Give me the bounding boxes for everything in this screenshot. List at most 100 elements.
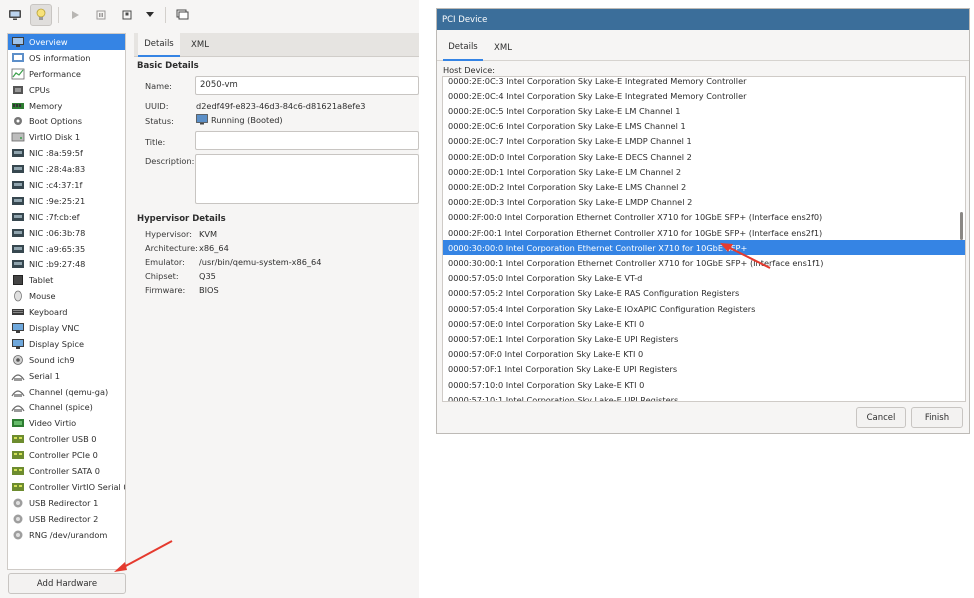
sidebar-item[interactable]: Video Virtio [8, 415, 125, 431]
status-label: Status: [145, 116, 174, 126]
sidebar-item[interactable]: Controller VirtIO Serial 0 [8, 479, 125, 495]
device-list-item[interactable]: 0000:2F:00:0 Intel Corporation Ethernet … [443, 210, 965, 225]
firmware-value: BIOS [199, 285, 219, 295]
pause-button[interactable] [90, 4, 112, 26]
title-label: Title: [145, 137, 166, 147]
toolbar [0, 0, 419, 31]
chipset-value: Q35 [199, 271, 216, 281]
finish-label: Finish [924, 412, 950, 423]
fullscreen-button[interactable] [171, 4, 193, 26]
sidebar-item[interactable]: Memory [8, 98, 125, 114]
sidebar-item[interactable]: Controller SATA 0 [8, 463, 125, 479]
lightbulb-icon [36, 8, 46, 20]
host-device-list[interactable]: 0000:2E:0C:3 Intel Corporation Sky Lake-… [442, 76, 966, 402]
sidebar-item[interactable]: NIC :06:3b:78 [8, 225, 125, 241]
device-list-item[interactable]: 0000:2E:0C:4 Intel Corporation Sky Lake-… [443, 88, 965, 103]
sidebar-item[interactable]: NIC :8a:59:5f [8, 145, 125, 161]
device-list-item[interactable]: 0000:2E:0D:3 Intel Corporation Sky Lake-… [443, 195, 965, 210]
sidebar-item[interactable]: Display Spice [8, 336, 125, 352]
sidebar-item[interactable]: NIC :b9:27:48 [8, 256, 125, 272]
device-list-item[interactable]: 0000:57:0F:1 Intel Corporation Sky Lake-… [443, 362, 965, 377]
hardware-list[interactable]: Overview OS information Performance CPUs Mem… [7, 33, 126, 570]
device-list-item[interactable]: 0000:2E:0D:0 Intel Corporation Sky Lake-… [443, 149, 965, 164]
tab-xml[interactable]: XML [182, 33, 218, 57]
device-list-item[interactable]: 0000:57:05:4 Intel Corporation Sky Lake-… [443, 301, 965, 316]
sidebar-item[interactable]: Overview [8, 34, 125, 50]
sidebar-item-label: Memory [29, 100, 63, 111]
sidebar-item-label: NIC :7f:cb:ef [29, 211, 80, 222]
console-button[interactable] [4, 4, 26, 26]
dialog-title: PCI Device [442, 14, 488, 25]
sidebar-item[interactable]: Controller USB 0 [8, 431, 125, 447]
device-list-item[interactable]: 0000:2E:0C:5 Intel Corporation Sky Lake-… [443, 103, 965, 118]
device-list-item[interactable]: 0000:57:0F:0 Intel Corporation Sky Lake-… [443, 347, 965, 362]
sidebar-item-label: Display VNC [29, 322, 80, 333]
run-button[interactable] [64, 4, 86, 26]
device-list-item[interactable]: 0000:2E:0C:7 Intel Corporation Sky Lake-… [443, 134, 965, 149]
finish-button[interactable]: Finish [911, 407, 963, 428]
usb-icon [11, 513, 25, 525]
sidebar-item[interactable]: NIC :a9:65:35 [8, 241, 125, 257]
details-button[interactable] [30, 4, 52, 26]
device-list-item[interactable]: 0000:57:0E:0 Intel Corporation Sky Lake-… [443, 316, 965, 331]
sidebar-item[interactable]: Sound ich9 [8, 352, 125, 368]
sidebar-item-label: NIC :a9:65:35 [29, 243, 86, 254]
add-hardware-button[interactable]: Add Hardware [8, 573, 126, 594]
sidebar-item-label: Keyboard [29, 307, 68, 318]
controller-icon [11, 465, 25, 477]
tab-details[interactable]: Details [443, 35, 483, 61]
sidebar-item[interactable]: Controller PCIe 0 [8, 447, 125, 463]
sidebar-item[interactable]: USB Redirector 1 [8, 495, 125, 511]
sidebar-item-label: OS information [29, 52, 91, 63]
sidebar-item[interactable]: CPUs [8, 82, 125, 98]
sidebar-item[interactable]: Serial 1 [8, 368, 125, 384]
device-list-item[interactable]: 0000:30:00:1 Intel Corporation Ethernet … [443, 255, 965, 270]
channel-icon [11, 401, 25, 413]
sidebar-item[interactable]: Channel (spice) [8, 399, 125, 415]
sidebar-item[interactable]: Tablet [8, 272, 125, 288]
dialog-titlebar[interactable]: PCI Device [437, 9, 969, 30]
sidebar-item[interactable]: Keyboard [8, 304, 125, 320]
sidebar-item[interactable]: Performance [8, 66, 125, 82]
sidebar-item[interactable]: NIC :7f:cb:ef [8, 209, 125, 225]
title-field[interactable] [195, 131, 419, 150]
device-list-item[interactable]: 0000:2E:0D:2 Intel Corporation Sky Lake-… [443, 179, 965, 194]
cancel-button[interactable]: Cancel [856, 407, 906, 428]
sidebar-item-label: Mouse [29, 291, 56, 302]
device-list-item[interactable]: 0000:57:10:0 Intel Corporation Sky Lake-… [443, 377, 965, 392]
device-list-item[interactable]: 0000:57:10:1 Intel Corporation Sky Lake-… [443, 392, 965, 401]
device-list-item[interactable]: 0000:2E:0C:3 Intel Corporation Sky Lake-… [443, 77, 965, 88]
device-list-item[interactable]: 0000:57:05:0 Intel Corporation Sky Lake-… [443, 271, 965, 286]
sidebar-item[interactable]: Display VNC [8, 320, 125, 336]
network-icon [11, 195, 25, 207]
dropdown-arrow-icon [146, 12, 154, 17]
display-icon [11, 338, 25, 350]
description-field[interactable] [195, 154, 419, 204]
sidebar-item[interactable]: Mouse [8, 288, 125, 304]
tab-details[interactable]: Details [138, 33, 180, 57]
play-icon [72, 11, 79, 19]
sidebar-item[interactable]: Boot Options [8, 113, 125, 129]
shutdown-button[interactable] [116, 4, 138, 26]
sidebar-item[interactable]: NIC :c4:37:1f [8, 177, 125, 193]
shutdown-menu-button[interactable] [139, 4, 161, 26]
sidebar-item-label: NIC :9e:25:21 [29, 195, 86, 206]
sidebar-item[interactable]: OS information [8, 50, 125, 66]
sidebar-item[interactable]: USB Redirector 2 [8, 511, 125, 527]
name-field[interactable]: 2050-vm [195, 76, 419, 95]
device-list-item[interactable]: 0000:2F:00:1 Intel Corporation Ethernet … [443, 225, 965, 240]
sidebar-item[interactable]: VirtIO Disk 1 [8, 129, 125, 145]
emulator-value: /usr/bin/qemu-system-x86_64 [199, 257, 322, 267]
sidebar-item[interactable]: Channel (qemu-ga) [8, 384, 125, 400]
device-list-item[interactable]: 0000:57:0E:1 Intel Corporation Sky Lake-… [443, 331, 965, 346]
network-icon [11, 243, 25, 255]
device-list-item[interactable]: 0000:30:00:0 Intel Corporation Ethernet … [443, 240, 965, 256]
sidebar-item[interactable]: NIC :28:4a:83 [8, 161, 125, 177]
tab-xml[interactable]: XML [485, 35, 521, 61]
device-list-item[interactable]: 0000:2E:0C:6 Intel Corporation Sky Lake-… [443, 119, 965, 134]
sidebar-item[interactable]: NIC :9e:25:21 [8, 193, 125, 209]
screenshot-icon [176, 9, 188, 20]
device-list-item[interactable]: 0000:57:05:2 Intel Corporation Sky Lake-… [443, 286, 965, 301]
device-list-item[interactable]: 0000:2E:0D:1 Intel Corporation Sky Lake-… [443, 164, 965, 179]
sidebar-item-label: NIC :28:4a:83 [29, 164, 86, 175]
